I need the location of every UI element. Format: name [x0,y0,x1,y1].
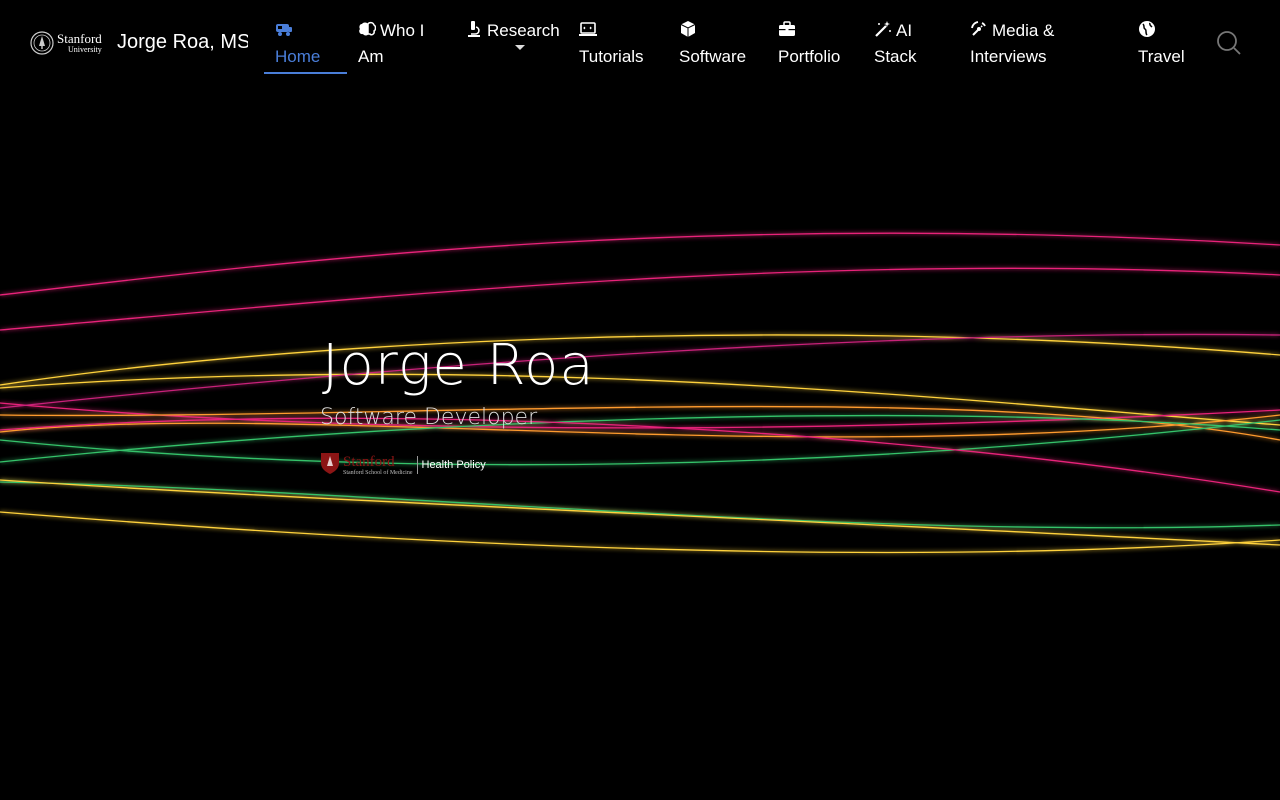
microscope-icon [465,20,483,38]
briefcase-icon [778,20,796,38]
nav-tutorials[interactable]: Tutorials [579,18,644,70]
nav-tutorials-label: Tutorials [579,47,644,66]
active-indicator [264,72,347,74]
broadcast-icon [970,20,988,38]
nav-media-interviews[interactable]: Media & Interviews [970,18,1100,70]
nav-ai-stack[interactable]: AI Stack [874,18,934,70]
nav-research-dropdown[interactable]: Research [465,18,560,50]
chevron-down-icon [515,45,525,50]
stanford-seal-icon [30,31,54,55]
brain-icon [358,20,376,38]
nav-research-label: Research [487,21,560,40]
nav-who-i-am[interactable]: Who I Am [358,18,438,70]
org-stanford-wordmark: Stanford [343,453,395,470]
university-name-line1: Stanford [57,31,102,46]
org-department-name: Health Policy [421,459,486,471]
site-title[interactable]: Jorge Roa, MS [117,31,248,54]
globe-icon [1138,20,1156,38]
stanford-university-logo[interactable]: Stanford University [30,28,102,58]
hero-subtitle: Software Developer [320,405,538,430]
nav-travel[interactable]: Travel [1138,18,1185,70]
top-navbar: Stanford University Jorge Roa, MS Home W… [0,0,1280,86]
hero-name: Jorge Roa [322,333,595,398]
nav-software[interactable]: Software [679,18,746,70]
search-icon[interactable] [1216,30,1242,56]
nav-software-label: Software [679,47,747,66]
laptop-code-icon [579,20,597,38]
nav-portfolio[interactable]: Portfolio [778,18,840,70]
nav-travel-label: Travel [1138,47,1185,66]
stanford-health-policy-logo: Stanford Stanford School of Medicine Hea… [320,451,486,479]
camper-van-icon [275,18,320,44]
stanford-shield-icon [320,451,340,480]
org-school-name: Stanford School of Medicine [343,469,413,476]
university-name-line2: University [68,45,102,54]
nav-home-label: Home [275,47,321,66]
magic-wand-icon [874,20,892,38]
logo-divider [416,456,418,474]
nav-home[interactable]: Home [264,18,347,74]
cube-icon [679,20,697,38]
nav-portfolio-label: Portfolio [778,47,841,66]
hero-wave-lines [0,232,1280,554]
